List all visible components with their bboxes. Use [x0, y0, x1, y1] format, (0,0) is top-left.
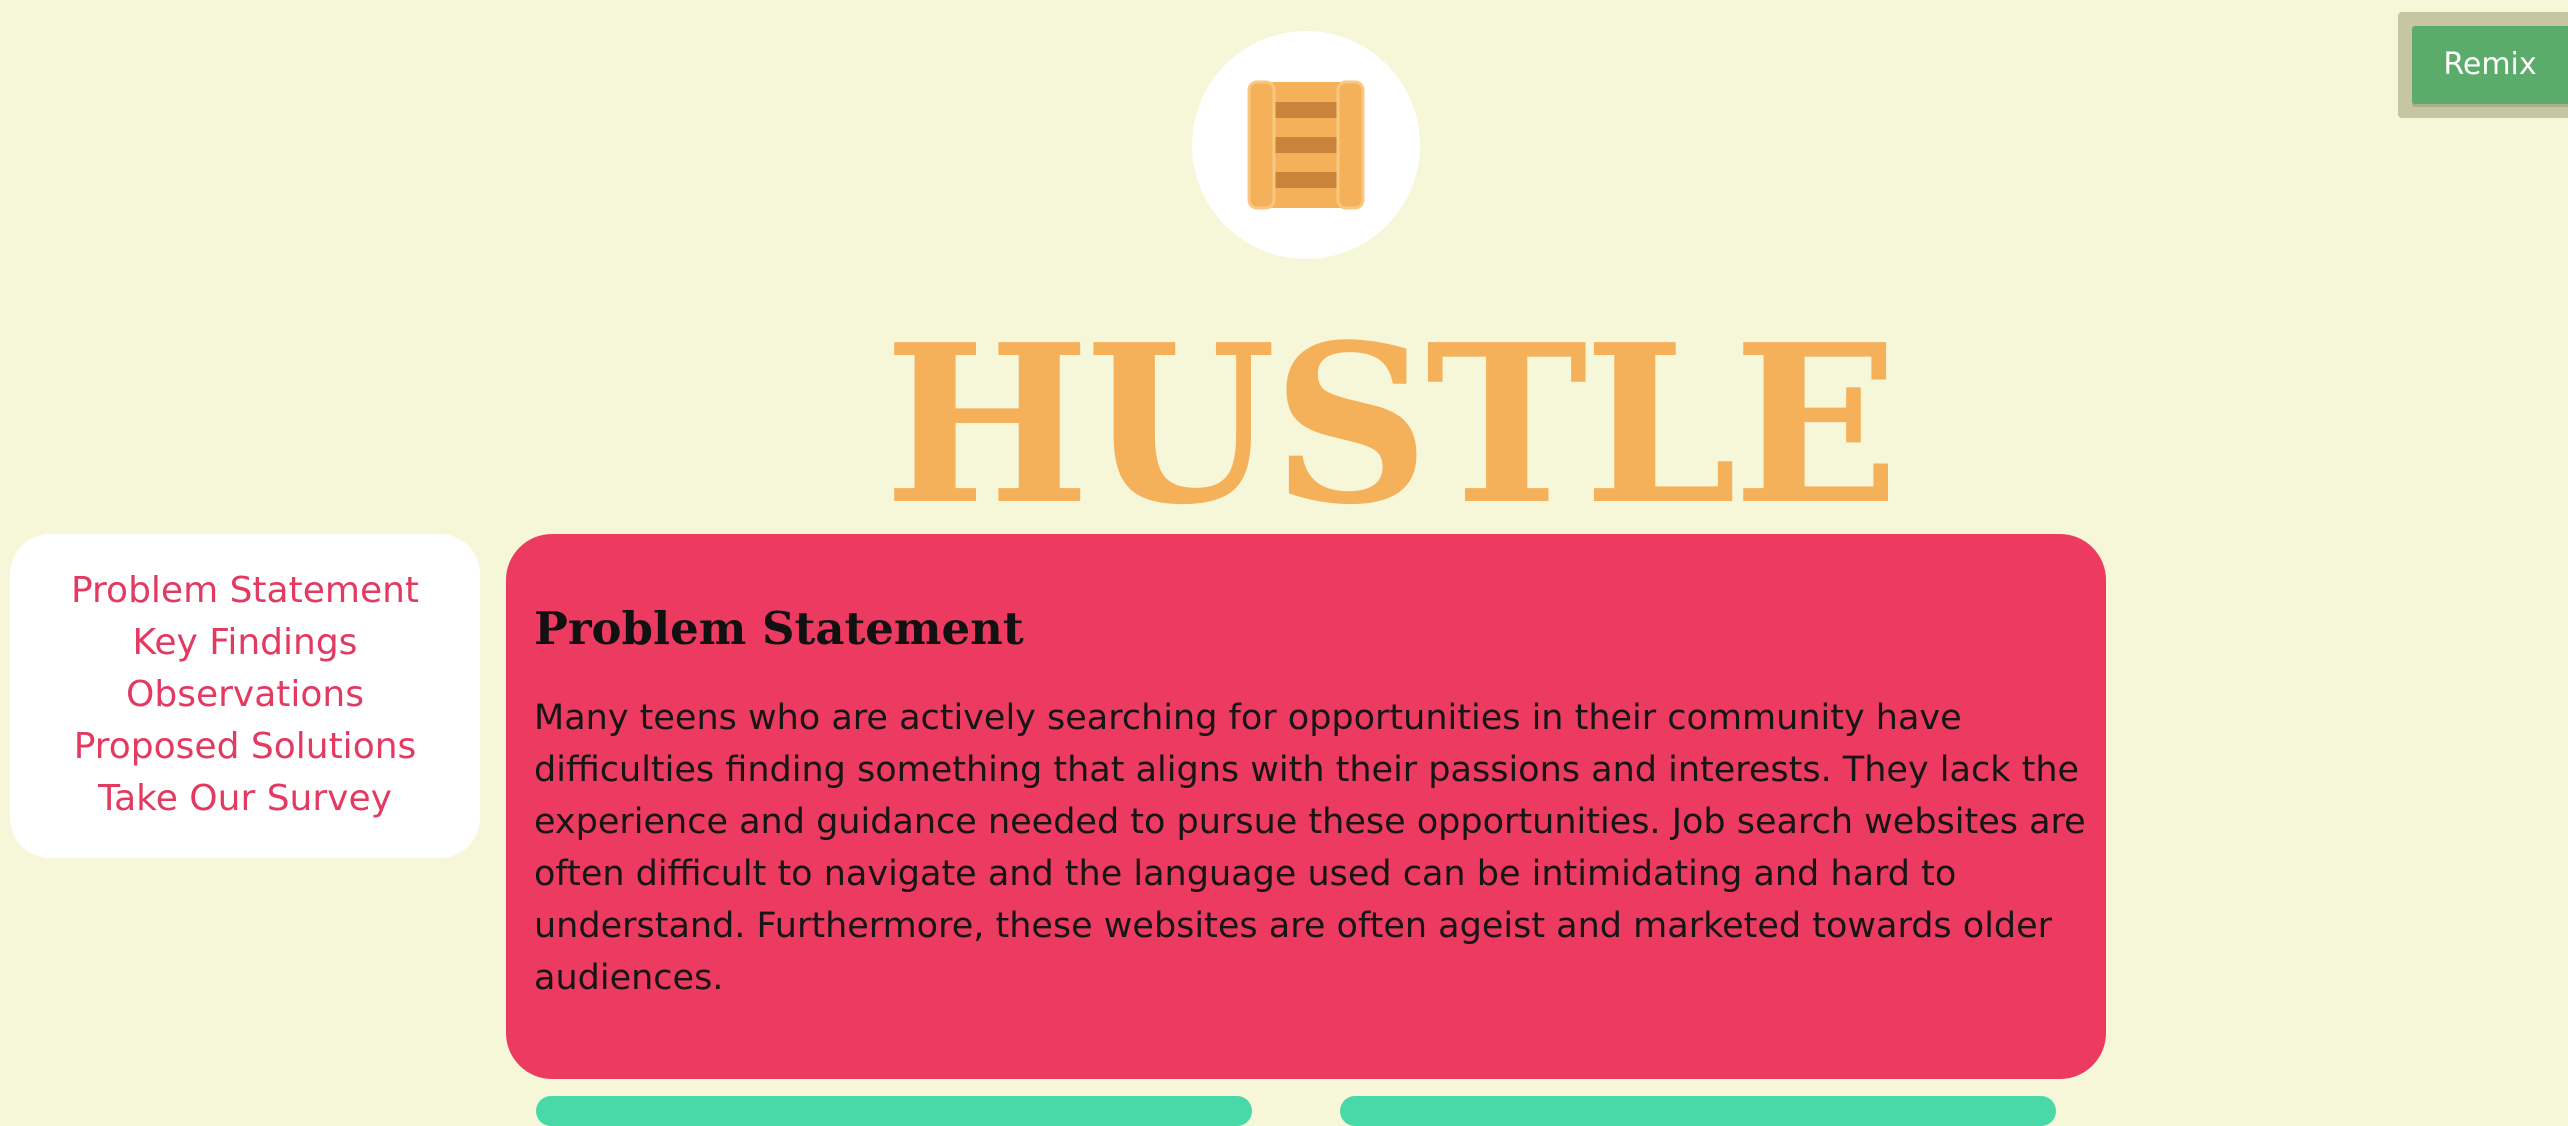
nav-item-observations[interactable]: Observations [10, 669, 480, 721]
remix-container: Remix [2398, 12, 2568, 118]
problem-statement-card: Problem Statement Many teens who are act… [506, 534, 2106, 1079]
nav-item-take-our-survey[interactable]: Take Our Survey [10, 773, 480, 825]
problem-statement-body: Many teens who are actively searching fo… [534, 698, 2086, 998]
next-section-card-right [1340, 1096, 2056, 1126]
problem-statement-heading: Problem Statement [534, 602, 1024, 655]
nav-item-key-findings[interactable]: Key Findings [10, 617, 480, 669]
nav-item-proposed-solutions[interactable]: Proposed Solutions [10, 721, 480, 773]
remix-button[interactable]: Remix [2412, 26, 2568, 104]
nav-item-problem-statement[interactable]: Problem Statement [10, 565, 480, 617]
next-section-card-left [536, 1096, 1252, 1126]
ladder-icon [1247, 80, 1365, 210]
side-navigation: Problem Statement Key Findings Observati… [10, 534, 480, 858]
site-title: HUSTLE [884, 297, 1899, 553]
logo [1192, 31, 1420, 259]
